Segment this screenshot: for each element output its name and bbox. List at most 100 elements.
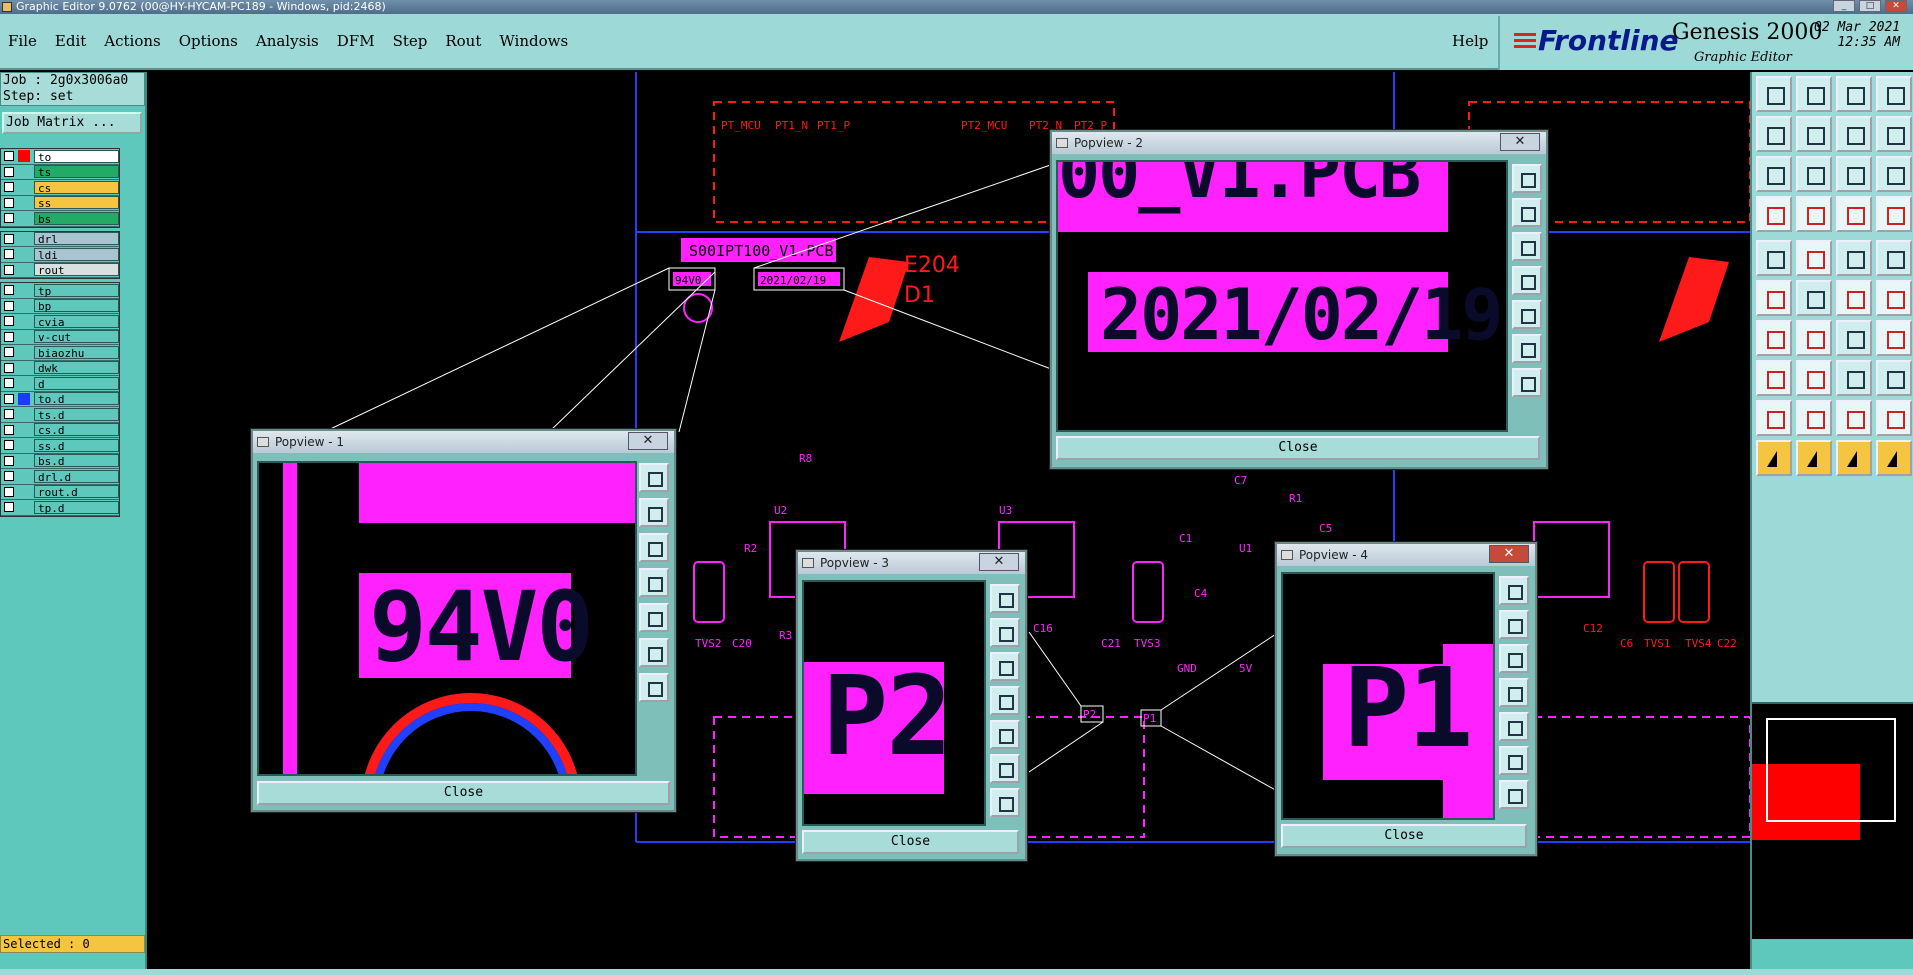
layer-row-d[interactable]: d <box>1 376 119 392</box>
layer-row-ss.d[interactable]: ss.d <box>1 438 119 454</box>
fit-tool[interactable] <box>1756 156 1792 192</box>
layer-row-dwk[interactable]: dwk <box>1 361 119 376</box>
minimize-button[interactable]: _ <box>1833 0 1855 12</box>
layer-checkbox[interactable] <box>4 213 14 224</box>
layer-row-cs.d[interactable]: cs.d <box>1 423 119 438</box>
text-tool[interactable] <box>1796 400 1832 436</box>
layer-row-drl.d[interactable]: drl.d <box>1 469 119 485</box>
node-tool[interactable] <box>1756 280 1792 316</box>
layer-checkbox[interactable] <box>4 197 14 208</box>
layer-checkbox[interactable] <box>4 409 14 420</box>
layer-checkbox[interactable] <box>4 300 14 311</box>
snap-tool[interactable] <box>1876 116 1912 152</box>
layer-checkbox[interactable] <box>4 471 14 482</box>
menu-help[interactable]: Help <box>1452 32 1488 50</box>
layer-checkbox[interactable] <box>4 151 14 162</box>
popview-2-close-x[interactable]: ✕ <box>1500 133 1540 151</box>
layer-row-ldi[interactable]: ldi <box>1 247 119 263</box>
select-remove-tool[interactable] <box>1836 440 1872 476</box>
layer-row-cs[interactable]: cs <box>1 180 119 196</box>
layer-checkbox[interactable] <box>4 331 14 342</box>
popview-2-close-button[interactable]: Close <box>1056 436 1540 460</box>
move-tool[interactable] <box>1876 280 1912 316</box>
layer-checkbox[interactable] <box>4 166 14 177</box>
layer-checkbox[interactable] <box>4 264 14 275</box>
copy-tool[interactable] <box>1876 360 1912 396</box>
popview-3-close-x[interactable]: ✕ <box>979 553 1019 571</box>
popview-4-view[interactable]: P1 <box>1281 572 1495 820</box>
triangle-tool[interactable] <box>1756 400 1792 436</box>
layer-row-ts[interactable]: ts <box>1 165 119 180</box>
menu-rout[interactable]: Rout <box>445 32 481 50</box>
arc-tool[interactable] <box>1836 320 1872 356</box>
center-tool[interactable] <box>1796 156 1832 192</box>
mirror-tool[interactable] <box>1876 320 1912 356</box>
angle-tool[interactable] <box>1756 320 1792 356</box>
help-tool[interactable] <box>1876 156 1912 192</box>
layer-row-to[interactable]: to <box>1 149 119 165</box>
scale-tool[interactable] <box>1836 156 1872 192</box>
grid-tool[interactable] <box>1876 76 1912 112</box>
layer-row-v-cut[interactable]: v-cut <box>1 330 119 345</box>
line-tool[interactable] <box>1796 240 1832 276</box>
resize-tool[interactable] <box>1836 360 1872 396</box>
surface-tool[interactable] <box>1756 360 1792 396</box>
menu-step[interactable]: Step <box>393 32 428 50</box>
layer-checkbox[interactable] <box>4 182 14 193</box>
layer-checkbox[interactable] <box>4 440 14 451</box>
pan-left-tool[interactable] <box>1756 116 1792 152</box>
probe-tool[interactable] <box>1796 196 1832 232</box>
layer-checkbox[interactable] <box>4 455 14 466</box>
popview-3-view[interactable]: P2 <box>802 580 986 826</box>
close-window-button[interactable]: ✕ <box>1885 0 1907 12</box>
layer-checkbox[interactable] <box>4 362 14 373</box>
popview-2-window[interactable]: Popview - 2 ✕ 00_V1.PCB 2021/02/19 Close <box>1050 130 1548 469</box>
layer-checkbox[interactable] <box>4 424 14 435</box>
job-matrix-button[interactable]: Job Matrix ... <box>2 112 142 134</box>
menu-actions[interactable]: Actions <box>104 32 160 50</box>
popview-3-close-button[interactable]: Close <box>802 830 1019 854</box>
select-add-tool[interactable] <box>1796 440 1832 476</box>
cut-tool[interactable] <box>1796 360 1832 396</box>
popview-2-titlebar[interactable]: Popview - 2 <box>1052 132 1546 154</box>
layer-row-biaozhu[interactable]: biaozhu <box>1 345 119 361</box>
layer-row-rout.d[interactable]: rout.d <box>1 485 119 500</box>
zoom-window-tool[interactable] <box>1796 76 1832 112</box>
circle-tool[interactable] <box>1876 240 1912 276</box>
menu-edit[interactable]: Edit <box>55 32 86 50</box>
menu-file[interactable]: File <box>8 32 37 50</box>
pad-tool[interactable] <box>1756 240 1792 276</box>
menu-dfm[interactable]: DFM <box>337 32 375 50</box>
redraw-tool[interactable] <box>1836 116 1872 152</box>
popview-1-view[interactable]: 94V0 <box>257 461 637 776</box>
popview-4-window[interactable]: Popview - 4 ✕ P1 Close <box>1275 542 1537 856</box>
ruler-tool[interactable] <box>1836 240 1872 276</box>
compare-tool[interactable] <box>1876 196 1912 232</box>
layer-row-ss[interactable]: ss <box>1 196 119 211</box>
menu-windows[interactable]: Windows <box>499 32 568 50</box>
layer-checkbox[interactable] <box>4 393 14 404</box>
menu-analysis[interactable]: Analysis <box>256 32 319 50</box>
delete-tool[interactable] <box>1796 280 1832 316</box>
select-net-tool[interactable] <box>1876 440 1912 476</box>
layer-row-bp[interactable]: bp <box>1 299 119 314</box>
popview-4-close-x[interactable]: ✕ <box>1489 545 1529 563</box>
layer-checkbox[interactable] <box>4 249 14 260</box>
pan-right-tool[interactable] <box>1796 116 1832 152</box>
popview-2-view[interactable]: 00_V1.PCB 2021/02/19 <box>1056 160 1508 432</box>
layer-checkbox[interactable] <box>4 285 14 296</box>
popview-1-close-x[interactable]: ✕ <box>628 432 668 450</box>
popview-1-window[interactable]: Popview - 1 ✕ 94V0 Close <box>251 429 676 812</box>
layer-checkbox[interactable] <box>4 378 14 389</box>
layer-checkbox[interactable] <box>4 233 14 244</box>
layer-row-bs[interactable]: bs <box>1 211 119 227</box>
slope-tool[interactable] <box>1796 320 1832 356</box>
frame-tool[interactable] <box>1876 400 1912 436</box>
layer-row-rout[interactable]: rout <box>1 263 119 278</box>
net-tool[interactable] <box>1836 196 1872 232</box>
popview-1-close-button[interactable]: Close <box>257 781 670 805</box>
layer-row-drl[interactable]: drl <box>1 232 119 247</box>
measure-tool[interactable] <box>1756 196 1792 232</box>
layer-row-tp.d[interactable]: tp.d <box>1 500 119 516</box>
zoom-home-tool[interactable] <box>1756 76 1792 112</box>
